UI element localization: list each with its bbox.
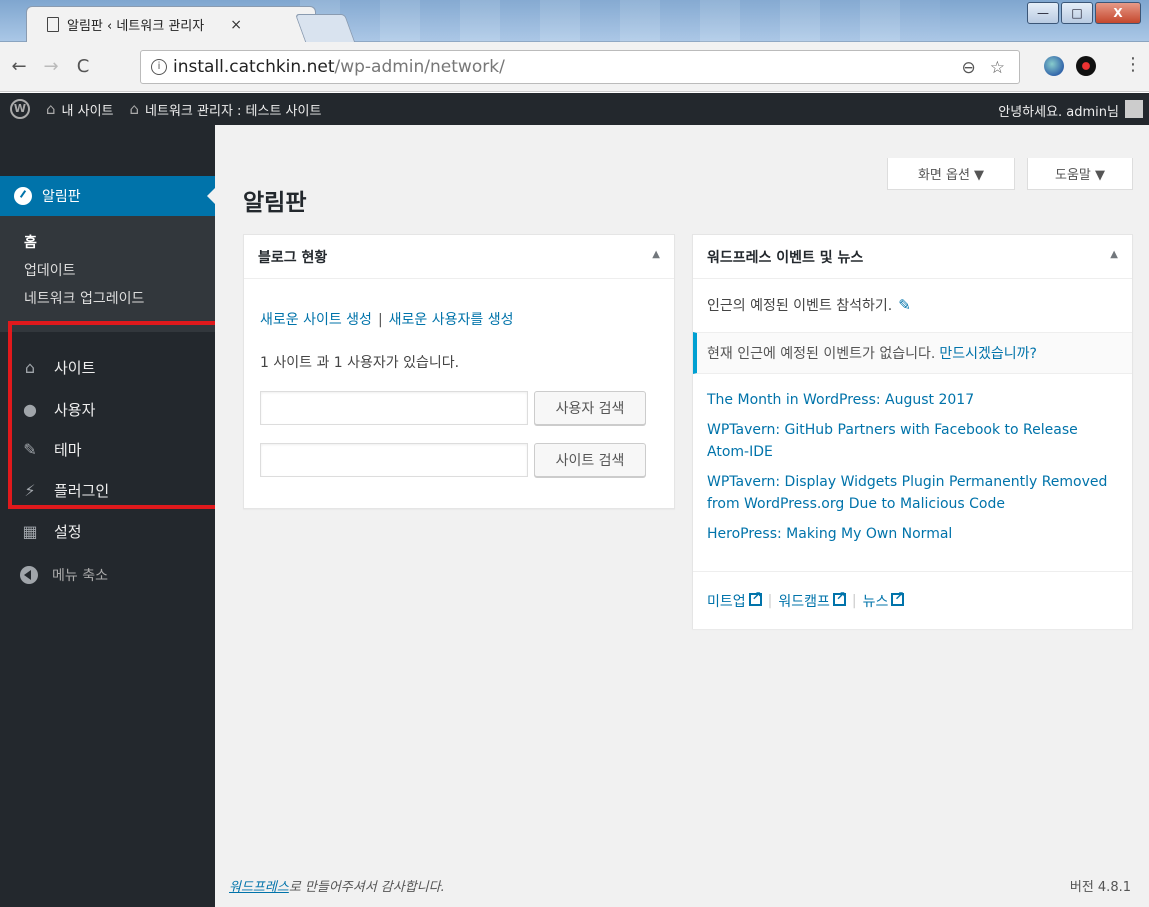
news-item[interactable]: HeroPress: Making My Own Normal (707, 523, 1117, 545)
document-icon (47, 17, 59, 32)
external-link-icon (891, 589, 904, 606)
news-item[interactable]: The Month in WordPress: August 2017 (707, 389, 1117, 411)
create-user-link[interactable]: 새로운 사용자를 생성 (389, 312, 514, 328)
dashboard-submenu: 홈 업데이트 네트워크 업그레이드 (0, 216, 215, 332)
widget-title: 블로그 현황 (258, 249, 328, 266)
browser-menu-icon[interactable]: ⋮ (1124, 54, 1142, 75)
submenu-network-upgrade[interactable]: 네트워크 업그레이드 (0, 284, 215, 312)
news-footer-links: 미트업 | 워드캠프 | 뉴스 (693, 571, 1132, 629)
widget-title: 워드프레스 이벤트 및 뉴스 (707, 249, 864, 266)
site-search-button[interactable]: 사이트 검색 (534, 443, 646, 477)
avatar[interactable] (1125, 100, 1143, 118)
site-search-row: 사이트 검색 (260, 443, 646, 477)
maximize-button[interactable]: □ (1061, 2, 1093, 24)
user-search-row: 사용자 검색 (260, 391, 646, 425)
address-bar[interactable]: i install.catchkin.net/wp-admin/network/… (140, 50, 1020, 84)
window-controls: — □ X (1027, 2, 1141, 24)
footer-thanks-text: 로 만들어주셔서 감사합니다. (288, 880, 445, 895)
network-admin-label: 네트워크 관리자 : 테스트 사이트 (145, 103, 322, 119)
browser-tab[interactable]: 알림판 ‹ 네트워크 관리자 × (26, 6, 316, 42)
my-sites-menu[interactable]: ⌂ 내 사이트 (46, 100, 114, 119)
news-list: The Month in WordPress: August 2017 WPTa… (707, 389, 1117, 553)
events-intro-text: 인근의 예정된 이벤트 참석하기. (707, 298, 893, 314)
reload-icon[interactable]: C (70, 56, 96, 77)
screen-options-button[interactable]: 화면 옵션 ▼ (887, 158, 1015, 190)
my-sites-label: 내 사이트 (61, 103, 114, 119)
wp-admin-bar: W ⌂ 내 사이트 ⌂ 네트워크 관리자 : 테스트 사이트 안녕하세요. ad… (0, 93, 1149, 125)
sidebar-item-label: 알림판 (42, 189, 81, 205)
external-link-icon (832, 589, 846, 606)
submenu-home[interactable]: 홈 (0, 228, 215, 256)
zoom-icon[interactable]: ⊖ (962, 58, 976, 78)
sidebar-item-label: 설정 (54, 522, 82, 541)
collapse-toggle-icon[interactable]: ▲ (652, 249, 660, 260)
new-tab-button[interactable] (294, 14, 356, 42)
external-link-icon (748, 589, 762, 606)
highlight-annotation (8, 321, 236, 509)
sidebar-item-dashboard[interactable]: 알림판 (0, 176, 216, 216)
collapse-arrow-icon (20, 566, 38, 584)
wordpress-logo-icon[interactable]: W (10, 99, 30, 119)
widget-header: 워드프레스 이벤트 및 뉴스 ▲ (693, 235, 1132, 279)
news-link[interactable]: 뉴스 (863, 589, 905, 611)
footer-separator: | (767, 592, 773, 609)
browser-toolbar: ← → C i install.catchkin.net/wp-admin/ne… (0, 42, 1149, 92)
meetups-link[interactable]: 미트업 (707, 589, 762, 611)
version-label: 버전 4.8.1 (1069, 880, 1131, 895)
user-search-input[interactable] (260, 391, 528, 425)
page-title: 알림판 (243, 190, 307, 216)
account-greeting[interactable]: 안녕하세요. admin님 (998, 101, 1119, 120)
main-content: 화면 옵션 ▼ 도움말 ▼ 알림판 블로그 현황 ▲ 새로운 사이트 생성 | 새로… (215, 125, 1149, 907)
events-intro: 인근의 예정된 이벤트 참석하기. ✎ (707, 295, 911, 315)
collapse-menu-button[interactable]: 메뉴 축소 (0, 557, 215, 593)
blurred-background (300, 0, 940, 42)
window-close-button[interactable]: X (1095, 2, 1141, 24)
forward-icon[interactable]: → (38, 56, 64, 77)
link-separator: | (377, 312, 383, 328)
blog-action-links: 새로운 사이트 생성 | 새로운 사용자를 생성 (260, 309, 514, 329)
url-host: install.catchkin.net (173, 57, 335, 77)
site-search-input[interactable] (260, 443, 528, 477)
settings-icon: ▦ (22, 521, 38, 541)
submenu-updates[interactable]: 업데이트 (0, 256, 215, 284)
extension-globe-icon[interactable] (1044, 56, 1064, 76)
tab-title: 알림판 ‹ 네트워크 관리자 (67, 19, 205, 34)
network-admin-menu[interactable]: ⌂ 네트워크 관리자 : 테스트 사이트 (130, 100, 322, 119)
footer-separator: | (851, 592, 857, 609)
tab-close-button[interactable]: × (230, 17, 242, 33)
bookmark-star-icon[interactable]: ☆ (990, 58, 1005, 78)
wordpress-link[interactable]: 워드프레스 (229, 880, 289, 895)
admin-sidebar: 알림판 홈 업데이트 네트워크 업그레이드 ⌂ 사이트 ● 사용자 ✎ 테마 ⚡… (0, 125, 216, 907)
sidebar-item-settings[interactable]: ▦ 설정 (0, 513, 215, 549)
events-news-widget: 워드프레스 이벤트 및 뉴스 ▲ 인근의 예정된 이벤트 참석하기. ✎ 현재 … (692, 234, 1133, 629)
news-item[interactable]: WPTavern: GitHub Partners with Facebook … (707, 419, 1117, 463)
user-search-button[interactable]: 사용자 검색 (534, 391, 646, 425)
sites-icon: ⌂ (46, 100, 56, 118)
minimize-button[interactable]: — (1027, 2, 1059, 24)
news-item[interactable]: WPTavern: Display Widgets Plugin Permane… (707, 471, 1117, 515)
collapse-toggle-icon[interactable]: ▲ (1110, 249, 1118, 260)
browser-titlebar: 알림판 ‹ 네트워크 관리자 × — □ X (0, 0, 1149, 42)
extension-dark-icon[interactable] (1076, 56, 1096, 76)
footer-thanks: 워드프레스로 만들어주셔서 감사합니다. (229, 876, 445, 895)
widget-header: 블로그 현황 ▲ (244, 235, 674, 279)
site-user-count: 1 사이트 과 1 사용자가 있습니다. (260, 355, 460, 371)
info-icon[interactable]: i (151, 59, 167, 75)
url-path: /wp-admin/network/ (334, 57, 505, 77)
back-icon[interactable]: ← (6, 56, 32, 77)
no-events-text: 현재 인근에 예정된 이벤트가 없습니다. (707, 346, 936, 362)
create-event-link[interactable]: 만드시겠습니까? (939, 343, 1037, 363)
pencil-icon[interactable]: ✎ (898, 296, 911, 314)
collapse-menu-label: 메뉴 축소 (52, 568, 108, 584)
home-icon: ⌂ (129, 100, 140, 118)
help-button[interactable]: 도움말 ▼ (1027, 158, 1133, 190)
blog-status-widget: 블로그 현황 ▲ 새로운 사이트 생성 | 새로운 사용자를 생성 1 사이트 과 … (243, 234, 675, 509)
create-site-link[interactable]: 새로운 사이트 생성 (260, 312, 372, 328)
dashboard-icon (14, 187, 32, 205)
no-events-notice: 현재 인근에 예정된 이벤트가 없습니다. 만드시겠습니까? (693, 332, 1132, 374)
wordcamps-link[interactable]: 워드캠프 (778, 589, 846, 611)
